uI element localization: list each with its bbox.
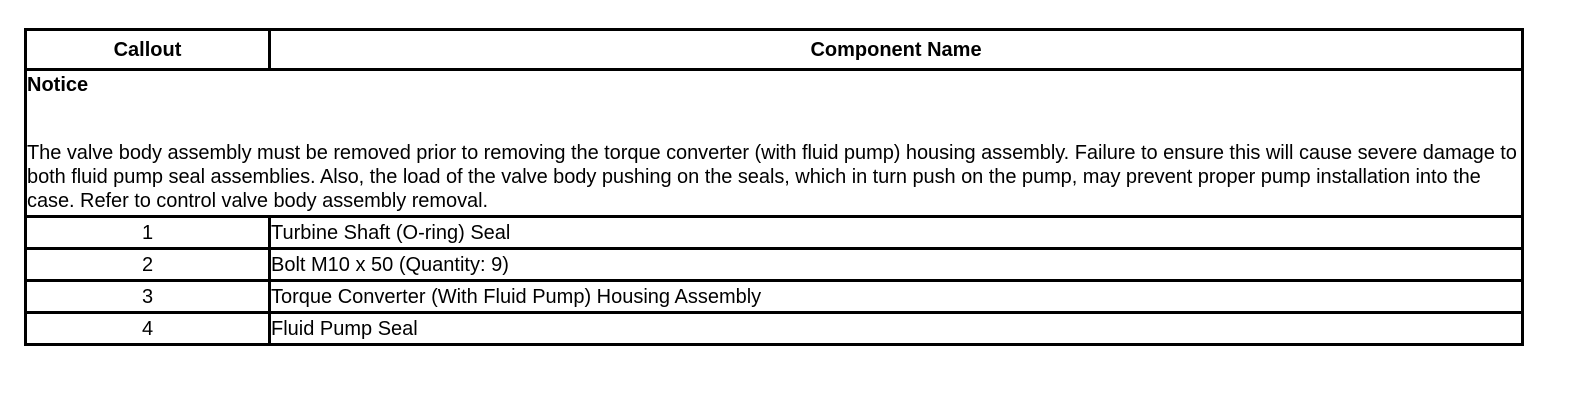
component-name-cell: Turbine Shaft (O-ring) Seal (268, 215, 1524, 250)
table-row: 1 Turbine Shaft (O-ring) Seal (24, 215, 1524, 250)
component-name-header: Component Name (268, 28, 1524, 71)
callout-cell: 2 (24, 247, 271, 282)
component-name-cell: Bolt M10 x 50 (Quantity: 9) (268, 247, 1524, 282)
component-table: Callout Component Name Notice The valve … (24, 28, 1524, 346)
table-header-row: Callout Component Name (24, 28, 1524, 71)
callout-cell: 4 (24, 311, 271, 346)
notice-cell: Notice The valve body assembly must be r… (24, 68, 1524, 218)
component-name-cell: Fluid Pump Seal (268, 311, 1524, 346)
table-row: 4 Fluid Pump Seal (24, 311, 1524, 346)
table-row: 2 Bolt M10 x 50 (Quantity: 9) (24, 247, 1524, 282)
table-row: 3 Torque Converter (With Fluid Pump) Hou… (24, 279, 1524, 314)
callout-cell: 3 (24, 279, 271, 314)
notice-row: Notice The valve body assembly must be r… (24, 68, 1524, 218)
component-sheet: Callout Component Name Notice The valve … (24, 28, 1524, 346)
notice-title: Notice (27, 74, 89, 96)
notice-text: The valve body assembly must be removed … (27, 142, 1517, 212)
callout-cell: 1 (24, 215, 271, 250)
component-name-cell: Torque Converter (With Fluid Pump) Housi… (268, 279, 1524, 314)
callout-header: Callout (24, 28, 271, 71)
